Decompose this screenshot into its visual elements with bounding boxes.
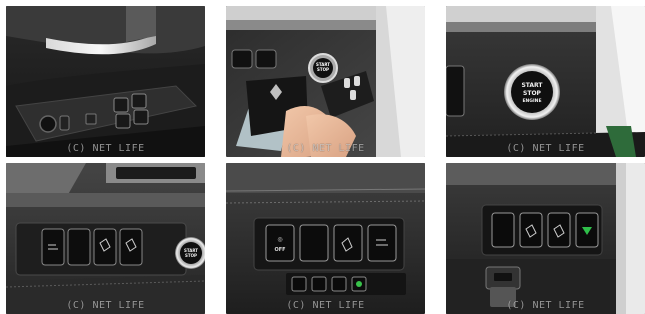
off-switch: [265, 224, 295, 262]
lower-dash-image: ◎ OFF: [226, 163, 425, 314]
watermark: (C) NET LIFE: [66, 143, 145, 154]
photo-right-lower-switches: (C) NET LIFE: [446, 163, 645, 314]
left-dash-image: START STOP: [6, 163, 205, 314]
photo-start-stop-button: START STOP ENGINE (C) NET LIFE: [446, 6, 645, 157]
switch-2: [67, 228, 91, 266]
right-lower-image: [446, 163, 645, 314]
stop-text: STOP: [523, 90, 542, 97]
door-panel-image: [6, 6, 205, 157]
photo-left-dash-switches: START STOP (C) NET LIFE: [6, 163, 205, 314]
stop-text-2: STOP: [185, 253, 197, 258]
watermark: (C) NET LIFE: [286, 300, 365, 311]
window-lock-button: [85, 113, 97, 125]
start-text: START: [521, 82, 543, 89]
svg-text:◎: ◎: [277, 236, 282, 243]
watermark: (C) NET LIFE: [66, 300, 145, 311]
watermark: (C) NET LIFE: [506, 300, 585, 311]
start-button-image: START STOP ENGINE: [446, 6, 645, 157]
photo-lower-dash-switches: ◎ OFF (C) NET LIFE: [226, 163, 425, 314]
photo-door-window-switches: (C) NET LIFE: [6, 6, 205, 157]
photo-keyfob-start-button: START STOP (C) NET LIFE: [226, 6, 425, 157]
watermark: (C) NET LIFE: [286, 143, 365, 154]
engine-text: ENGINE: [522, 98, 541, 104]
switch-3: [93, 228, 117, 266]
start-button-text-2: STOP: [317, 67, 329, 72]
keyfob-image: START STOP: [226, 6, 425, 157]
off-switch-label: OFF: [274, 247, 285, 253]
switch-4: [119, 228, 143, 266]
watermark: (C) NET LIFE: [506, 143, 585, 154]
switch-1: [41, 228, 65, 266]
mirror-adjust-knob: [39, 115, 57, 133]
